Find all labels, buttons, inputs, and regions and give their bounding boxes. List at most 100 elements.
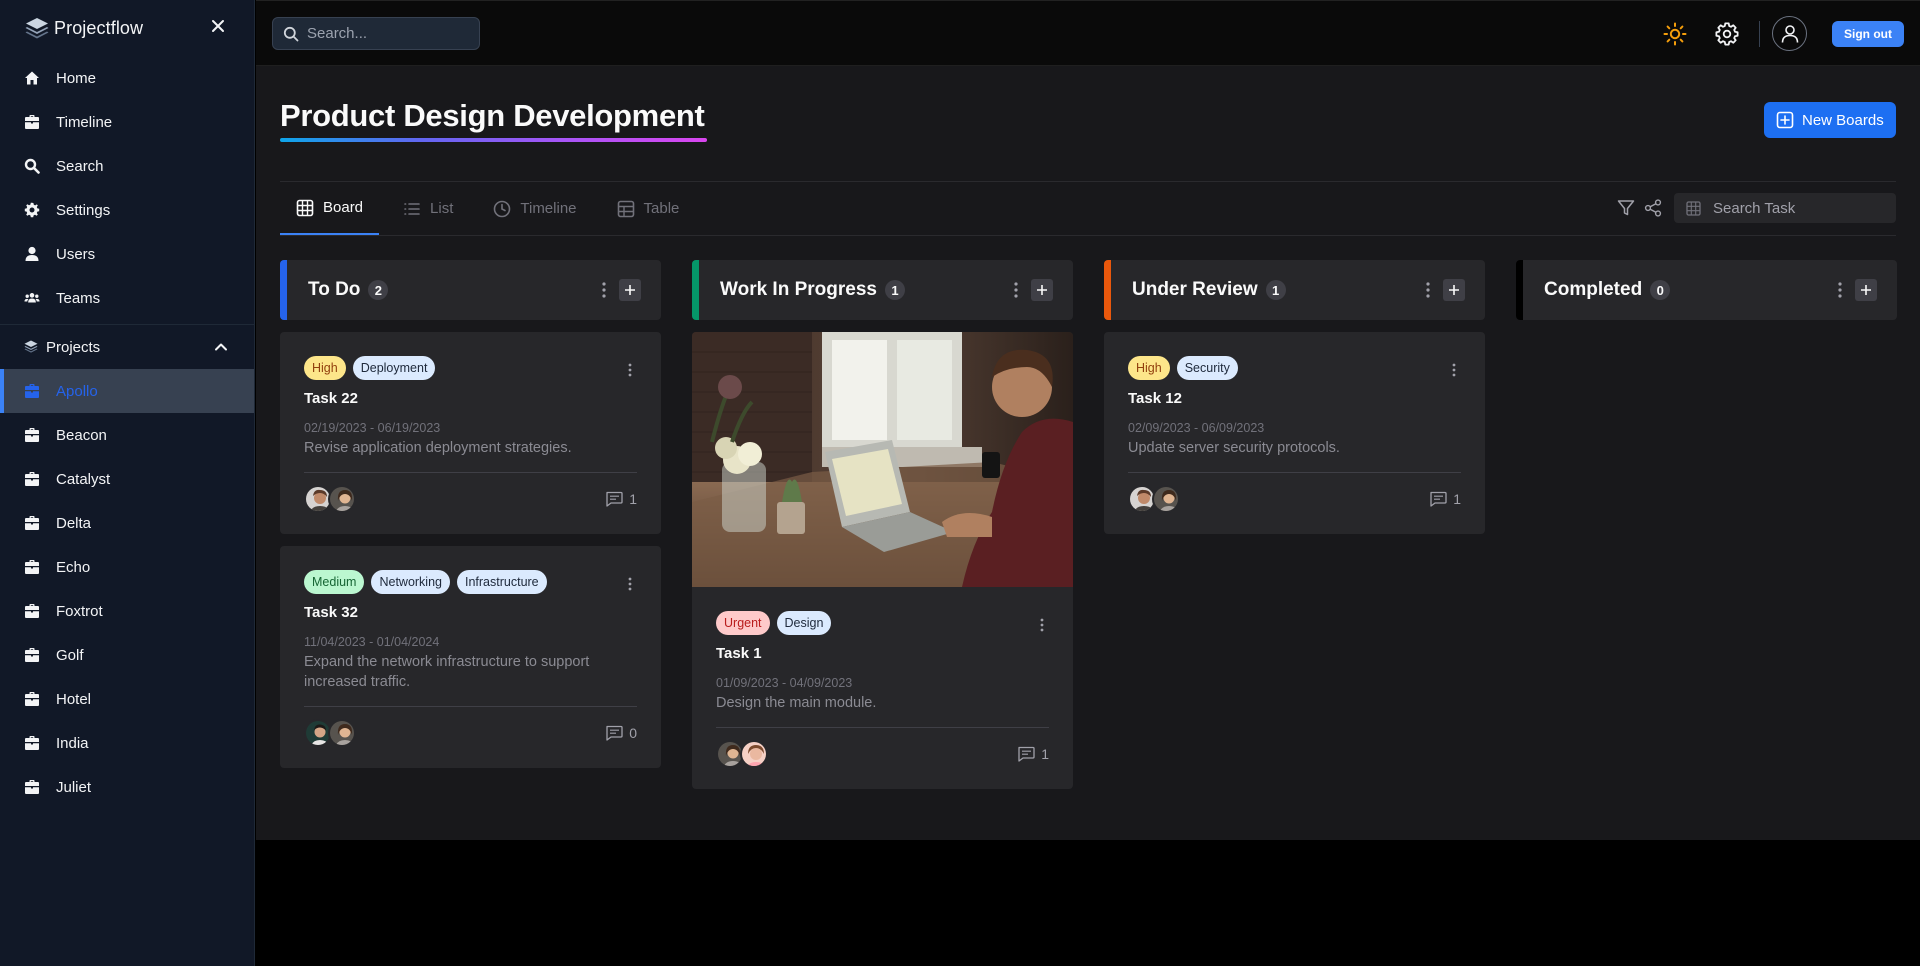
- column-completed: Completed 0: [1516, 260, 1897, 320]
- avatar[interactable]: [740, 740, 768, 768]
- task-dates: 11/04/2023 - 01/04/2024: [304, 635, 440, 649]
- task-card[interactable]: Medium Networking Infrastructure Task 32…: [280, 546, 661, 768]
- more-vertical-icon[interactable]: [627, 362, 633, 378]
- more-vertical-icon[interactable]: [1451, 362, 1457, 378]
- sidebar-item-golf[interactable]: Golf: [0, 633, 254, 677]
- avatar[interactable]: [328, 719, 356, 747]
- task-search[interactable]: [1674, 193, 1896, 223]
- column-accent-bar: [1516, 260, 1523, 320]
- theme-toggle-sun-icon[interactable]: [1662, 21, 1688, 47]
- sidebar-item-label: Golf: [56, 646, 84, 664]
- more-vertical-icon[interactable]: [627, 576, 633, 592]
- column-to-do: To Do 2 High Deployment Task 22 02/19/20…: [280, 260, 661, 768]
- category-tag: Networking: [371, 570, 450, 594]
- search-input[interactable]: [307, 25, 467, 42]
- briefcase-icon: [24, 114, 40, 130]
- add-card-button[interactable]: [1031, 279, 1053, 301]
- settings-gear-icon[interactable]: [1714, 21, 1740, 47]
- briefcase-icon: [24, 603, 40, 619]
- sidebar-item-echo[interactable]: Echo: [0, 545, 254, 589]
- comments-count[interactable]: 1: [1429, 491, 1461, 507]
- sidebar-item-teams[interactable]: Teams: [0, 276, 254, 320]
- task-card[interactable]: High Deployment Task 22 02/19/2023 - 06/…: [280, 332, 661, 534]
- task-card[interactable]: Urgent Design Task 1 01/09/2023 - 04/09/…: [692, 332, 1073, 789]
- priority-tag: Medium: [304, 570, 365, 594]
- card-body: Urgent Design Task 1 01/09/2023 - 04/09/…: [692, 587, 1073, 789]
- tab-table[interactable]: Table: [601, 182, 696, 235]
- sidebar-item-apollo[interactable]: Apollo: [0, 369, 254, 413]
- user-menu-button[interactable]: [1772, 16, 1807, 51]
- briefcase-icon: [24, 427, 40, 443]
- briefcase-icon: [24, 559, 40, 575]
- tag-list: High Deployment: [304, 356, 637, 380]
- priority-tag: High: [1128, 356, 1170, 380]
- projects-toggle[interactable]: Projects: [0, 325, 254, 369]
- sidebar-item-label: Foxtrot: [56, 602, 103, 620]
- column-accent-bar: [280, 260, 287, 320]
- avatar[interactable]: [328, 485, 356, 513]
- comment-icon: [606, 491, 623, 507]
- search-icon: [24, 158, 40, 174]
- sidebar-item-delta[interactable]: Delta: [0, 501, 254, 545]
- sidebar-item-label: Timeline: [56, 113, 113, 131]
- cover-photo-person-laptop: [692, 332, 1073, 587]
- sidebar-item-foxtrot[interactable]: Foxtrot: [0, 589, 254, 633]
- task-name: Task 32: [304, 604, 358, 621]
- more-vertical-icon[interactable]: [1013, 280, 1019, 300]
- category-tag: Design: [776, 611, 832, 635]
- more-vertical-icon[interactable]: [1425, 280, 1431, 300]
- comment-icon: [1018, 746, 1035, 762]
- task-search-input[interactable]: [1713, 199, 1883, 217]
- more-vertical-icon[interactable]: [601, 280, 607, 300]
- avatar[interactable]: [1152, 485, 1180, 513]
- briefcase-icon: [24, 515, 40, 531]
- more-vertical-icon[interactable]: [1837, 280, 1843, 300]
- more-vertical-icon[interactable]: [1039, 617, 1045, 633]
- brand: Projectflow: [0, 0, 254, 56]
- briefcase-icon: [24, 691, 40, 707]
- chevron-up-icon: [215, 343, 227, 351]
- add-card-button[interactable]: [619, 279, 641, 301]
- column-count-badge: 0: [1650, 280, 1671, 300]
- column-title: Completed: [1544, 279, 1643, 300]
- sidebar-item-india[interactable]: India: [0, 721, 254, 765]
- sign-out-button[interactable]: Sign out: [1832, 21, 1904, 47]
- sidebar-item-label: Search: [56, 157, 104, 175]
- sidebar-item-search[interactable]: Search: [0, 144, 254, 188]
- close-sidebar-icon[interactable]: [208, 16, 228, 36]
- sidebar-item-label: Apollo: [56, 382, 98, 400]
- add-card-button[interactable]: [1443, 279, 1465, 301]
- app-name: Projectflow: [54, 17, 144, 38]
- tab-board[interactable]: Board: [280, 182, 380, 235]
- tab-timeline[interactable]: Timeline: [477, 182, 592, 235]
- sidebar-item-timeline[interactable]: Timeline: [0, 100, 254, 144]
- projects-label: Projects: [46, 338, 101, 356]
- sidebar-item-settings[interactable]: Settings: [0, 188, 254, 232]
- sidebar-item-hotel[interactable]: Hotel: [0, 677, 254, 721]
- share-icon[interactable]: [1643, 198, 1663, 218]
- comments-count[interactable]: 1: [1017, 746, 1049, 762]
- sidebar-item-home[interactable]: Home: [0, 56, 254, 100]
- divider: [1759, 21, 1760, 47]
- sidebar-item-users[interactable]: Users: [0, 232, 254, 276]
- priority-tag: Urgent: [716, 611, 770, 635]
- sidebar-item-juliet[interactable]: Juliet: [0, 765, 254, 809]
- task-card[interactable]: High Security Task 12 02/09/2023 - 06/09…: [1104, 332, 1485, 534]
- new-boards-button[interactable]: New Boards: [1764, 102, 1896, 138]
- sidebar-item-label: Home: [56, 69, 97, 87]
- filter-icon[interactable]: [1616, 198, 1636, 218]
- column-work-in-progress: Work In Progress 1 Urgent Design Task 1 …: [692, 260, 1073, 789]
- sidebar-item-beacon[interactable]: Beacon: [0, 413, 254, 457]
- global-search[interactable]: [272, 17, 480, 50]
- plus-icon: [1037, 285, 1047, 295]
- tab-list[interactable]: List: [387, 182, 469, 235]
- comments-count[interactable]: 0: [605, 725, 637, 741]
- table-icon: [617, 200, 634, 217]
- category-tag: Infrastructure: [457, 570, 547, 594]
- topbar: Sign out: [256, 0, 1920, 66]
- sidebar-item-label: Settings: [56, 201, 111, 219]
- add-card-button[interactable]: [1855, 279, 1877, 301]
- sidebar-item-label: Juliet: [56, 778, 92, 796]
- comments-count[interactable]: 1: [605, 491, 637, 507]
- sidebar-item-catalyst[interactable]: Catalyst: [0, 457, 254, 501]
